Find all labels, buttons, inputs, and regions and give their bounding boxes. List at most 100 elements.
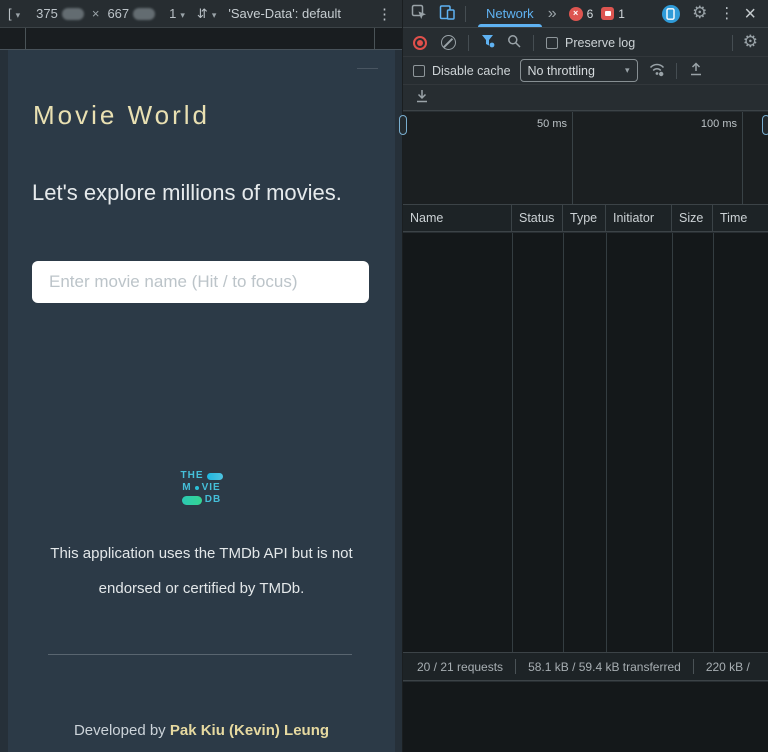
- viewport-width-input[interactable]: 375: [36, 6, 58, 21]
- requests-table-header: Name Status Type Initiator Size Time: [403, 205, 768, 232]
- tmdb-logo-db: DB: [204, 494, 222, 505]
- tmdb-logo-the: THE: [180, 470, 204, 481]
- footer-divider: [48, 654, 352, 655]
- console-errors-icon[interactable]: ×: [568, 6, 583, 21]
- issues-icon[interactable]: [601, 7, 615, 20]
- clear-network-log-icon[interactable]: [441, 35, 456, 50]
- dimensions-icon: [: [8, 6, 12, 21]
- network-toolbar-row3: [403, 85, 768, 111]
- network-overview-timeline[interactable]: 50 ms 100 ms: [399, 112, 768, 205]
- chevron-down-icon: ▾: [211, 9, 217, 20]
- devtools-tabbar: Network » × 6 1 ⚙ ⋮ ×: [403, 0, 768, 28]
- preserve-log-label: Preserve log: [565, 35, 636, 50]
- divider: [515, 659, 517, 674]
- column-separator: [512, 233, 513, 652]
- developer-link[interactable]: Pak Kiu (Kevin) Leung: [170, 722, 329, 739]
- decorative-line: [357, 68, 378, 69]
- devtools-bottom-area: [403, 682, 768, 752]
- page-title: Movie World: [33, 100, 211, 130]
- import-har-icon[interactable]: [689, 62, 703, 79]
- more-options-icon[interactable]: ⋮: [377, 5, 392, 23]
- devtools-menu-icon[interactable]: ⋮: [719, 6, 734, 21]
- tab-network[interactable]: Network: [474, 0, 546, 27]
- divider: [692, 659, 694, 674]
- network-toolbar: Preserve log ⚙: [403, 29, 768, 57]
- close-icon[interactable]: ×: [744, 4, 756, 24]
- movie-world-app: Movie World Let's explore millions of mo…: [8, 50, 395, 752]
- strip-line-left: [25, 28, 26, 49]
- credit-prefix: Developed by: [73, 722, 170, 739]
- transferred-size: 58.1 kB / 59.4 kB transferred: [528, 659, 681, 674]
- column-header-name[interactable]: Name: [403, 205, 512, 231]
- timeline-gridline: [572, 112, 573, 204]
- emulated-page: Movie World Let's explore millions of mo…: [0, 50, 402, 752]
- tmdb-logo-m: M: [182, 482, 192, 493]
- extension-icon[interactable]: [662, 4, 681, 23]
- viewport-top-strip: [0, 28, 402, 50]
- timeline-gridline: [742, 112, 743, 204]
- column-separator: [563, 233, 564, 652]
- column-header-size[interactable]: Size: [672, 205, 713, 231]
- column-header-time[interactable]: Time: [713, 205, 768, 231]
- inspect-element-icon[interactable]: [411, 4, 427, 23]
- divider: [465, 5, 466, 22]
- tmdb-logo: THE M VIE DB: [181, 471, 223, 505]
- throttling-dropdown[interactable]: ⇵ ▾: [197, 6, 216, 22]
- active-tab-underline: [478, 24, 542, 27]
- issue-count: 1: [618, 6, 625, 21]
- dimensions-dropdown[interactable]: [▾: [8, 6, 20, 21]
- error-count: 6: [586, 6, 594, 21]
- tmdb-pill-icon: [206, 472, 223, 480]
- chevron-down-icon: ▾: [15, 10, 21, 20]
- tab-network-label: Network: [486, 6, 534, 21]
- divider: [533, 34, 534, 51]
- record-network-log-icon[interactable]: [413, 35, 427, 50]
- preserve-log-checkbox[interactable]: [546, 36, 558, 49]
- divider: [731, 34, 733, 51]
- network-summary-bar: 20 / 21 requests 58.1 kB / 59.4 kB trans…: [403, 652, 768, 681]
- timeline-tick-100ms: 100 ms: [700, 118, 737, 130]
- rotate-icon: ⇵: [196, 5, 208, 21]
- devtools-panel: Network » × 6 1 ⚙ ⋮ × Preserve log ⚙ Dis…: [399, 0, 768, 752]
- viewport-height-input[interactable]: 667: [107, 6, 129, 21]
- settings-gear-icon[interactable]: ⚙: [692, 5, 707, 22]
- throttling-select[interactable]: No throttling ▾: [519, 59, 638, 82]
- search-icon[interactable]: [507, 34, 521, 51]
- network-settings-gear-icon[interactable]: ⚙: [743, 34, 758, 51]
- filter-icon[interactable]: [481, 34, 495, 51]
- disable-cache-label: Disable cache: [432, 63, 511, 78]
- disclaimer-line-1: This application uses the TMDb API but i…: [50, 545, 353, 562]
- chevron-down-icon: ▾: [624, 65, 630, 75]
- column-header-type[interactable]: Type: [563, 205, 606, 231]
- more-tabs-icon[interactable]: »: [548, 5, 557, 23]
- device-toolbar-toggle-icon[interactable]: [439, 4, 455, 23]
- requests-table-body[interactable]: [403, 233, 768, 652]
- disable-cache-checkbox[interactable]: [413, 64, 425, 77]
- column-separator: [606, 233, 607, 652]
- blurred-region: [61, 7, 84, 20]
- dimensions-separator: ×: [91, 6, 100, 21]
- blurred-region: [133, 7, 156, 20]
- screenshot-root: [▾ 375 × 667 1 ▾ ⇵ ▾ 'Save-Data': default …: [0, 0, 768, 752]
- search-input[interactable]: [32, 261, 369, 303]
- save-data-indicator[interactable]: 'Save-Data': default: [228, 6, 341, 21]
- tmdb-pill-icon: [181, 495, 202, 505]
- timeline-left-handle[interactable]: [399, 115, 407, 135]
- timeline-right-handle[interactable]: [762, 115, 768, 135]
- zoom-value: 1: [169, 6, 177, 21]
- divider: [468, 34, 469, 51]
- chevron-down-icon: ▾: [180, 10, 185, 20]
- tmdb-logo-vie: VIE: [201, 482, 221, 493]
- column-header-status[interactable]: Status: [512, 205, 563, 231]
- requests-count: 20 / 21 requests: [417, 659, 504, 674]
- zoom-dropdown[interactable]: 1 ▾: [169, 6, 185, 21]
- column-header-initiator[interactable]: Initiator: [606, 205, 672, 231]
- network-toolbar-row2: Disable cache No throttling ▾: [403, 57, 768, 85]
- export-har-icon[interactable]: [415, 89, 429, 106]
- device-toolbar: [▾ 375 × 667 1 ▾ ⇵ ▾ 'Save-Data': default …: [0, 0, 402, 28]
- left-pane: [▾ 375 × 667 1 ▾ ⇵ ▾ 'Save-Data': default …: [0, 0, 402, 752]
- divider: [675, 62, 677, 79]
- page-subtitle: Let's explore millions of movies.: [32, 180, 342, 205]
- network-conditions-icon[interactable]: [648, 62, 666, 80]
- throttling-value: No throttling: [527, 63, 595, 78]
